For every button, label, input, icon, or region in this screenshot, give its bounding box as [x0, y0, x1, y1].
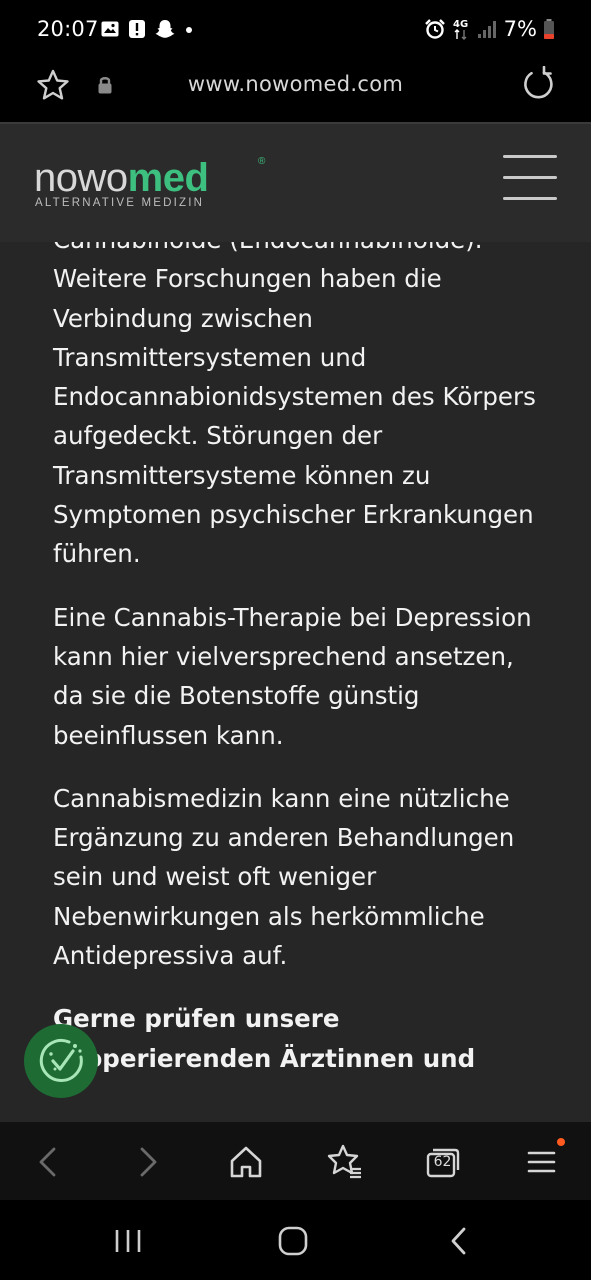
home-icon[interactable] [226, 1142, 266, 1182]
article-content: Cannabinoide (Endocannabinoide). Weitere… [0, 242, 591, 1122]
status-bar: 20:07 4G 7% [0, 0, 591, 58]
system-navigation-bar [0, 1200, 591, 1280]
browser-address-bar: www.nowomed.com [0, 58, 591, 124]
battery-low-icon [544, 19, 554, 39]
menu-line-icon [503, 176, 557, 179]
gallery-icon [101, 21, 119, 37]
back-icon[interactable] [28, 1142, 68, 1182]
article-paragraph: Cannabismedizin kann eine nützliche Ergä… [53, 783, 515, 971]
menu-notification-dot [557, 1138, 565, 1146]
alarm-icon [424, 19, 445, 39]
nowomed-logo[interactable]: nowomed ® [34, 154, 274, 196]
status-time: 20:07 [37, 17, 99, 41]
logo-registered: ® [258, 156, 266, 167]
notification-icons [100, 18, 194, 40]
url-text[interactable]: www.nowomed.com [0, 72, 591, 96]
recent-apps-icon[interactable] [110, 1226, 146, 1256]
logo-part-med: med [128, 156, 209, 196]
forward-icon[interactable] [128, 1142, 168, 1182]
logo-part-nowo: nowo [34, 156, 128, 196]
svg-text:4G: 4G [453, 19, 468, 30]
cookie-check-icon [39, 1038, 83, 1082]
article-paragraph-bold: Gerne prüfen unsere kooperierenden Ärzti… [53, 1004, 476, 1073]
browser-toolbar [0, 1122, 591, 1200]
back-nav-icon[interactable] [442, 1224, 476, 1258]
bookmarks-icon[interactable] [325, 1142, 365, 1182]
cookie-consent-button[interactable] [24, 1024, 98, 1098]
menu-hamburger-button[interactable] [503, 152, 559, 202]
signal-icon [477, 21, 496, 38]
logo-tagline: ALTERNATIVE MEDIZIN [35, 197, 205, 209]
menu-icon[interactable] [522, 1142, 562, 1182]
svg-text:nowomed: nowomed [34, 156, 208, 196]
site-header: nowomed ® ALTERNATIVE MEDIZIN [0, 124, 591, 242]
home-nav-icon[interactable] [276, 1224, 310, 1258]
tabs-count: 62 [433, 1154, 452, 1170]
article-paragraph: Cannabinoide (Endocannabinoide). Weitere… [53, 242, 536, 569]
menu-line-icon [503, 155, 557, 158]
network-4g-icon: 4G [453, 19, 468, 40]
snapchat-icon [155, 20, 175, 38]
article-paragraph: Eine Cannabis-Therapie bei Depression ka… [53, 602, 532, 750]
reload-icon[interactable] [521, 66, 555, 102]
menu-line-icon [503, 197, 557, 200]
status-right: 4G 7% [424, 16, 555, 42]
dot-icon [186, 27, 192, 33]
alert-icon [129, 20, 145, 38]
battery-percent: 7% [503, 17, 537, 41]
